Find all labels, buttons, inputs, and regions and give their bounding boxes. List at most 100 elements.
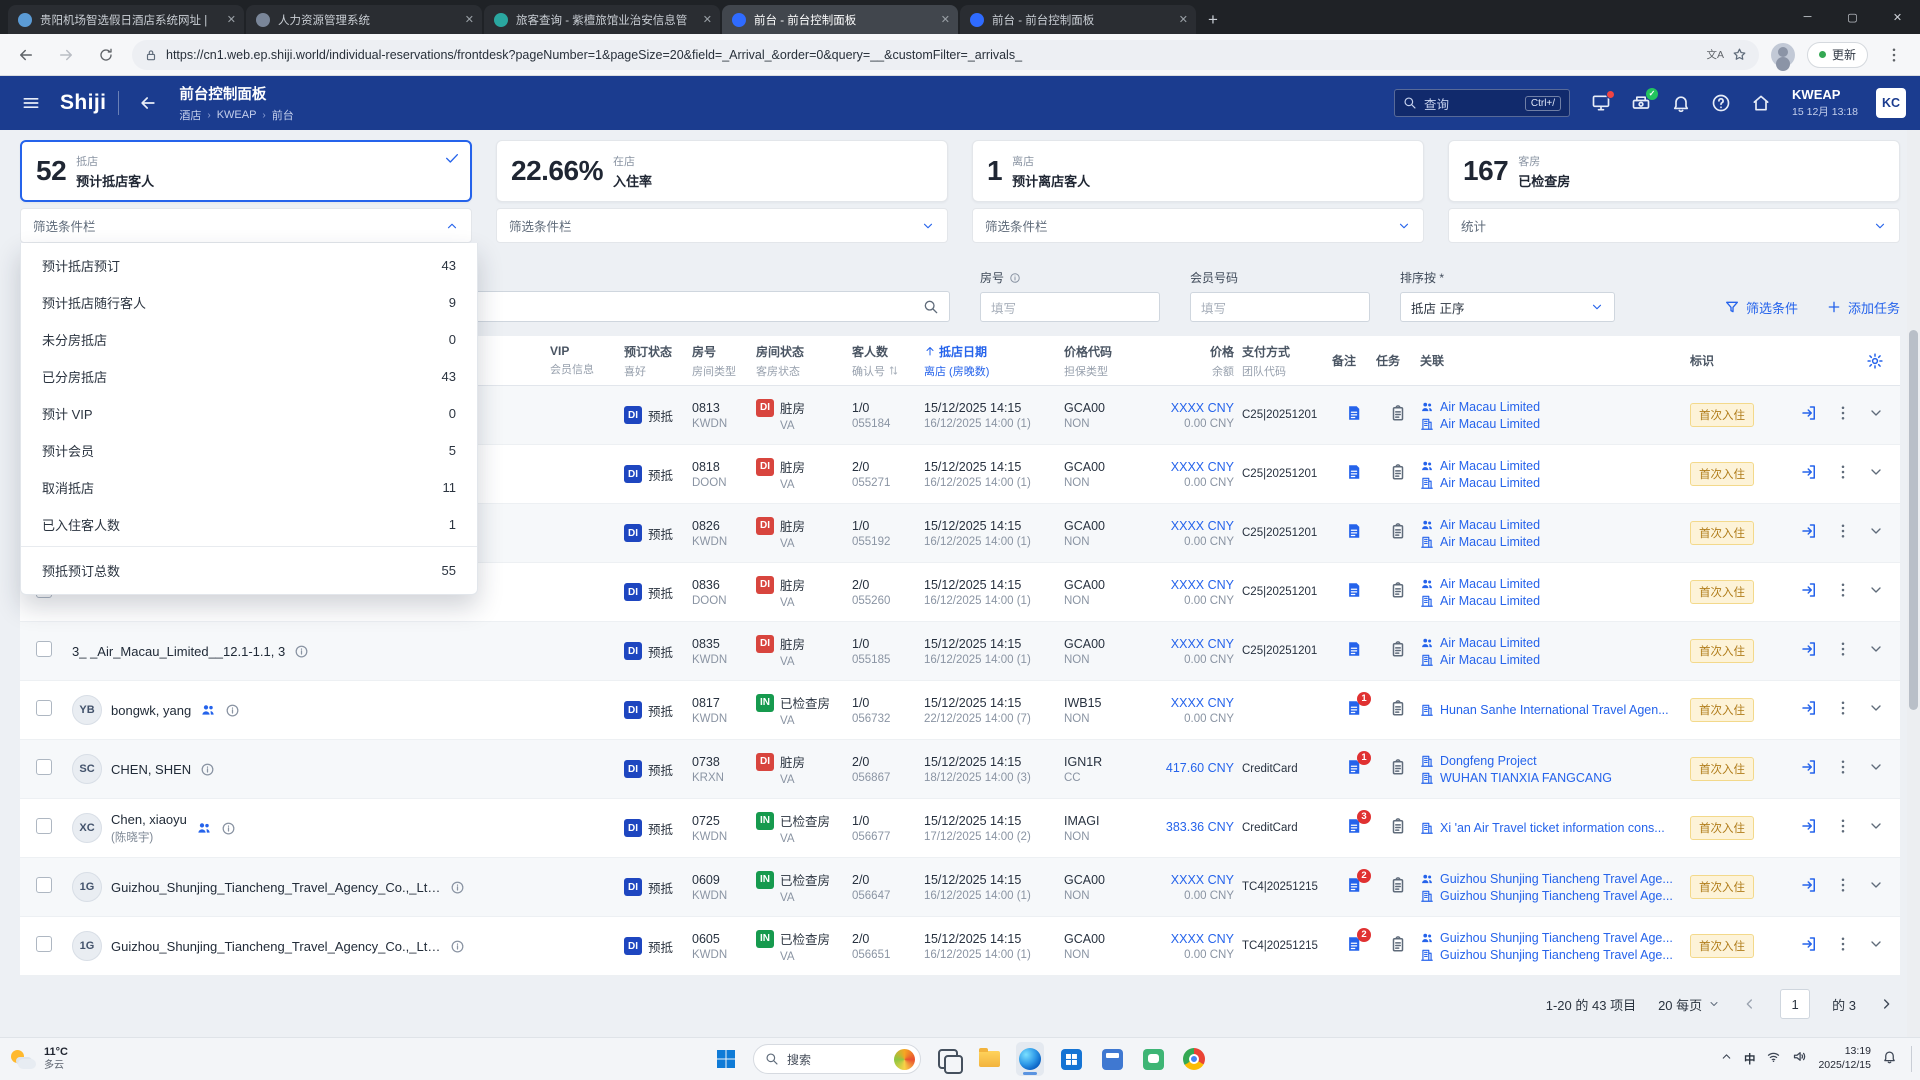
add-task-button[interactable]: 添加任务: [1826, 298, 1900, 317]
arrivals-filter-option[interactable]: 已入住客人数 1: [21, 506, 477, 543]
taskbar-clock[interactable]: 13:19 2025/12/15: [1818, 1045, 1871, 1072]
card-arrivals-filter-dropdown[interactable]: 筛选条件栏: [20, 208, 472, 243]
scrollbar-thumb[interactable]: [1909, 330, 1918, 710]
tasks-icon[interactable]: [1389, 940, 1407, 957]
global-search-input[interactable]: 查询 Ctrl+/: [1394, 89, 1570, 117]
reload-icon[interactable]: [92, 41, 120, 69]
vertical-scrollbar[interactable]: [1907, 130, 1920, 1037]
linked-profile[interactable]: Air Macau Limited: [1420, 636, 1690, 650]
browser-tab[interactable]: 旅客查询 - 紫檀旅馆业治安信息管 ✕: [484, 5, 720, 34]
prev-page-icon[interactable]: [1742, 996, 1758, 1012]
arrivals-filter-option[interactable]: 取消抵店 11: [21, 469, 477, 506]
expand-row-icon[interactable]: [1868, 759, 1884, 780]
row-checkbox[interactable]: [36, 818, 52, 834]
linked-profile[interactable]: Air Macau Limited: [1420, 459, 1690, 473]
room-number[interactable]: 0609: [692, 873, 756, 887]
reservation-row[interactable]: 1G Guizhou_Shunjing_Tiancheng_Travel_Age…: [20, 917, 1900, 976]
price-value[interactable]: XXXX CNY: [1142, 696, 1234, 710]
notes-icon[interactable]: 2: [1345, 935, 1363, 953]
browser-menu-icon[interactable]: [1880, 41, 1908, 69]
linked-profile[interactable]: Air Macau Limited: [1420, 417, 1690, 431]
show-desktop-button[interactable]: [1911, 1046, 1912, 1072]
store-icon[interactable]: [1057, 1042, 1085, 1076]
guest-name[interactable]: Chen, xiaoyu: [111, 812, 187, 827]
room-number[interactable]: 0813: [692, 401, 756, 415]
breadcrumb-property[interactable]: KWEAP: [217, 109, 257, 121]
page-size-select[interactable]: 20 每页: [1658, 995, 1720, 1014]
current-page[interactable]: 1: [1780, 989, 1810, 1019]
card-departures-filter-dropdown[interactable]: 筛选条件栏: [972, 208, 1424, 243]
linked-profile[interactable]: Air Macau Limited: [1420, 535, 1690, 549]
sort-icon[interactable]: [888, 365, 899, 376]
row-checkbox[interactable]: [36, 759, 52, 775]
reservation-row[interactable]: SC CHEN, SHEN DI 预抵 0738 KRXN DI脏房 VA 2/…: [20, 740, 1900, 799]
tasks-icon[interactable]: [1389, 409, 1407, 426]
linked-profile[interactable]: Hunan Sanhe International Travel Agen...: [1420, 703, 1690, 717]
arrivals-filter-option[interactable]: 预计抵店随行客人 9: [21, 284, 477, 321]
user-avatar[interactable]: KC: [1876, 88, 1906, 118]
cashier-icon[interactable]: ✓: [1624, 86, 1658, 120]
row-menu-icon[interactable]: [1834, 581, 1852, 604]
browser-tab[interactable]: 人力资源管理系统 ✕: [246, 5, 482, 34]
notes-icon[interactable]: [1345, 581, 1363, 599]
check-in-icon[interactable]: [1800, 699, 1818, 722]
translate-icon[interactable]: 文A: [1706, 47, 1724, 62]
linked-profile[interactable]: Guizhou Shunjing Tiancheng Travel Age...: [1420, 948, 1690, 962]
price-value[interactable]: XXXX CNY: [1142, 401, 1234, 415]
expand-row-icon[interactable]: [1868, 877, 1884, 898]
calculator-app-icon[interactable]: [1098, 1042, 1126, 1076]
expand-row-icon[interactable]: [1868, 405, 1884, 426]
tray-expand-icon[interactable]: [1720, 1050, 1733, 1068]
price-value[interactable]: XXXX CNY: [1142, 460, 1234, 474]
linked-profile[interactable]: WUHAN TIANXIA FANGCANG: [1420, 771, 1690, 785]
member-number-input[interactable]: 填写: [1190, 292, 1370, 322]
room-number[interactable]: 0817: [692, 696, 756, 710]
price-value[interactable]: XXXX CNY: [1142, 637, 1234, 651]
guest-info-icon[interactable]: [200, 762, 215, 777]
row-menu-icon[interactable]: [1834, 758, 1852, 781]
property-block[interactable]: KWEAP 15 12月 13:18: [1792, 87, 1858, 119]
notes-icon[interactable]: 2: [1345, 876, 1363, 894]
taskbar-weather-widget[interactable]: 11°C多云: [10, 1046, 68, 1071]
price-value[interactable]: XXXX CNY: [1142, 578, 1234, 592]
linked-profile[interactable]: Air Macau Limited: [1420, 653, 1690, 667]
maximize-button[interactable]: ▢: [1830, 0, 1875, 34]
accompanying-guests-icon[interactable]: [196, 820, 212, 836]
notes-icon[interactable]: 1: [1345, 758, 1363, 776]
back-icon[interactable]: [12, 41, 40, 69]
search-icon[interactable]: [923, 299, 939, 315]
header-back-icon[interactable]: [131, 86, 165, 120]
breadcrumb-hotel[interactable]: 酒店: [179, 107, 201, 123]
linked-profile[interactable]: Air Macau Limited: [1420, 476, 1690, 490]
guest-name[interactable]: 3_ _Air_Macau_Limited__12.1-1.1, 3: [72, 644, 285, 659]
reservation-row[interactable]: 1G Guizhou_Shunjing_Tiancheng_Travel_Age…: [20, 858, 1900, 917]
tasks-icon[interactable]: [1389, 822, 1407, 839]
arrivals-filter-option[interactable]: 预计会员 5: [21, 432, 477, 469]
room-number[interactable]: 0835: [692, 637, 756, 651]
forward-icon[interactable]: [52, 41, 80, 69]
volume-icon[interactable]: [1792, 1049, 1807, 1069]
expand-row-icon[interactable]: [1868, 700, 1884, 721]
start-button[interactable]: [712, 1042, 740, 1076]
url-bar[interactable]: https://cn1.web.ep.shiji.world/individua…: [132, 40, 1759, 70]
expand-row-icon[interactable]: [1868, 523, 1884, 544]
row-checkbox[interactable]: [36, 700, 52, 716]
price-value[interactable]: 383.36 CNY: [1142, 820, 1234, 834]
arrivals-filter-option[interactable]: 预计 VIP 0: [21, 395, 477, 432]
expand-row-icon[interactable]: [1868, 464, 1884, 485]
check-in-icon[interactable]: [1800, 876, 1818, 899]
linked-profile[interactable]: Guizhou Shunjing Tiancheng Travel Age...: [1420, 931, 1690, 945]
card-rooms-stats-dropdown[interactable]: 统计: [1448, 208, 1900, 243]
sort-select[interactable]: 抵店 正序: [1400, 292, 1615, 322]
card-departures[interactable]: 1 离店预计离店客人: [972, 140, 1424, 202]
help-icon[interactable]: [1704, 86, 1738, 120]
room-number[interactable]: 0818: [692, 460, 756, 474]
row-checkbox[interactable]: [36, 877, 52, 893]
room-number[interactable]: 0725: [692, 814, 756, 828]
reservation-row[interactable]: YB bongwk, yang DI 预抵 0817 KWDN IN已检查房 V…: [20, 681, 1900, 740]
linked-profile[interactable]: Guizhou Shunjing Tiancheng Travel Age...: [1420, 872, 1690, 886]
check-in-icon[interactable]: [1800, 758, 1818, 781]
check-in-icon[interactable]: [1800, 935, 1818, 958]
task-view-icon[interactable]: [934, 1042, 962, 1076]
notes-icon[interactable]: [1345, 640, 1363, 658]
